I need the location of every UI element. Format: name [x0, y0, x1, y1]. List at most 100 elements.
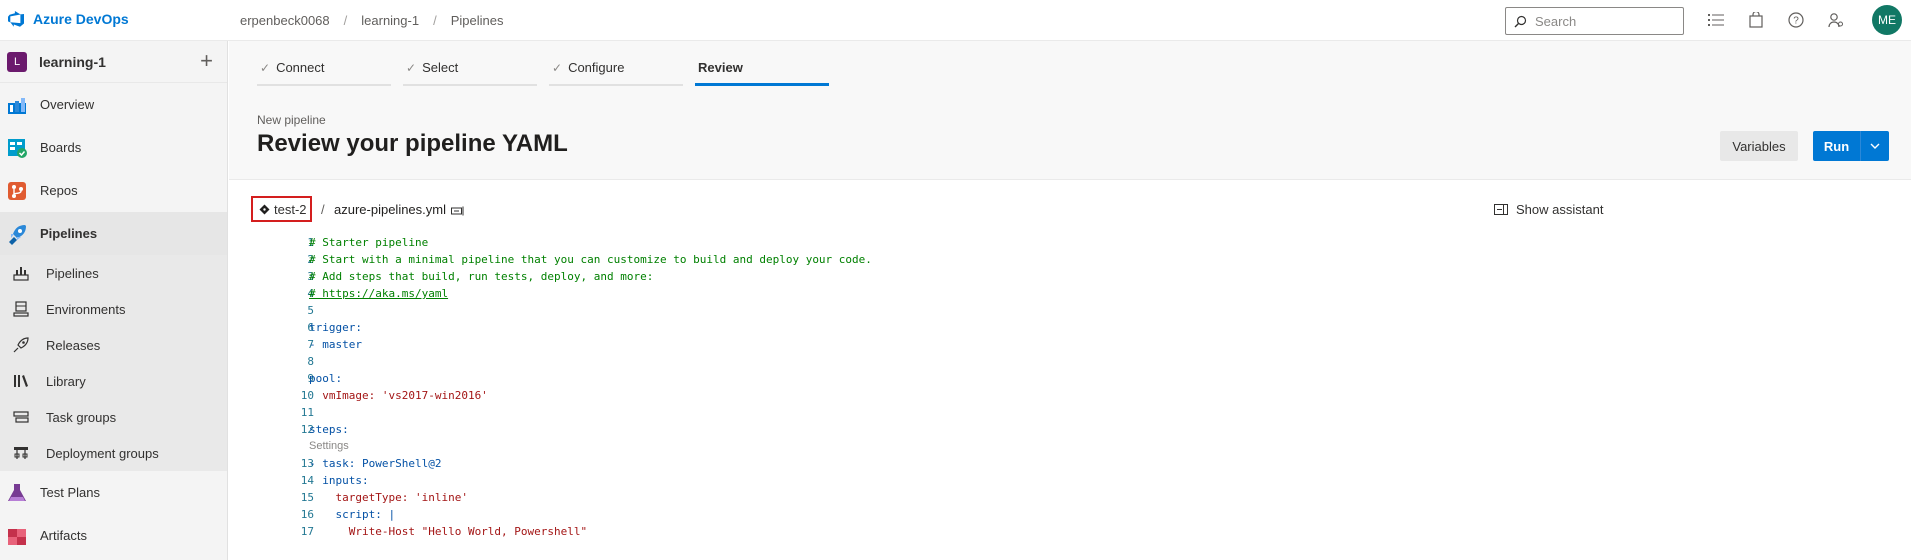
project-header[interactable]: L learning-1 +	[0, 41, 227, 83]
line-number: 8	[307, 355, 314, 368]
sidebar-item-test-plans[interactable]: Test Plans	[0, 471, 227, 514]
settings-codelens-label[interactable]: Settings	[309, 438, 349, 455]
code-line: 1 # Starter pipeline	[229, 234, 1911, 251]
azure-devops-home-link[interactable]: Azure DevOps	[7, 10, 129, 28]
boards-icon	[6, 137, 28, 159]
path-separator: /	[321, 202, 325, 217]
code-line: 11	[229, 404, 1911, 421]
main-content: ✓ Connect ✓ Select ✓ Configure Review Ne…	[229, 41, 1911, 560]
line-number: 5	[307, 304, 314, 317]
run-split-button: Run	[1813, 131, 1889, 161]
sidebar-item-environments[interactable]: Environments	[0, 291, 227, 327]
code-line: 3 # Add steps that build, run tests, depl…	[229, 268, 1911, 285]
line-number: 4	[307, 287, 314, 300]
svg-text:?: ?	[1793, 16, 1799, 27]
breadcrumb-separator: /	[343, 13, 348, 28]
wizard-step-label: Select	[422, 60, 459, 75]
sidebar-item-pipelines-sub[interactable]: Pipelines	[0, 255, 227, 291]
line-text: # Start with a minimal pipeline that you…	[309, 253, 872, 266]
task-groups-icon	[10, 406, 32, 428]
search-placeholder: Search	[1535, 13, 1577, 29]
search-icon	[1514, 15, 1527, 27]
project-badge: L	[7, 51, 27, 72]
branch-icon	[259, 204, 270, 214]
run-button[interactable]: Run	[1813, 131, 1861, 161]
breadcrumb-pipelines[interactable]: Pipelines	[451, 13, 504, 28]
code-line: 10 vmImage: 'vs2017-win2016'	[229, 387, 1911, 404]
overview-icon	[6, 94, 28, 116]
code-line: 2 # Start with a minimal pipeline that yo…	[229, 251, 1911, 268]
check-icon: ✓	[260, 60, 271, 75]
breadcrumb-project[interactable]: learning-1	[361, 13, 419, 28]
sidebar-item-label: Repos	[40, 183, 78, 198]
sidebar-item-deployment-groups[interactable]: Deployment groups	[0, 435, 227, 471]
line-text: steps:	[309, 423, 349, 436]
sidebar-item-repos[interactable]: Repos	[0, 169, 227, 212]
yaml-editor[interactable]: 1 # Starter pipeline 2 # Start with a mini…	[229, 234, 1911, 540]
code-line: 6 trigger:	[229, 319, 1911, 336]
sidebar-item-task-groups[interactable]: Task groups	[0, 399, 227, 435]
line-number: 12	[300, 423, 314, 436]
search-box[interactable]: Search	[1505, 7, 1684, 35]
branch-selector[interactable]: test-2	[251, 196, 312, 222]
code-line: 4 # https://aka.ms/yaml	[229, 285, 1911, 302]
avatar[interactable]: ME	[1872, 5, 1902, 35]
line-number: 9	[307, 372, 314, 385]
sidebar-item-label: Task groups	[46, 409, 117, 425]
add-icon[interactable]: +	[200, 50, 213, 72]
wizard-step-label: Configure	[568, 60, 625, 75]
breadcrumb-organization[interactable]: erpenbeck0068	[240, 13, 330, 28]
sidebar-item-releases[interactable]: Releases	[0, 327, 227, 363]
sidebar-item-label: Library	[46, 373, 86, 389]
line-text: trigger:	[309, 321, 362, 334]
artifacts-icon	[6, 525, 28, 547]
page-subtitle: New pipeline	[257, 113, 326, 127]
marketplace-bag-icon[interactable]	[1745, 9, 1767, 31]
settings-codelens[interactable]: Settings	[229, 438, 1911, 455]
branch-name: test-2	[274, 201, 307, 217]
line-text[interactable]: # https://aka.ms/yaml	[309, 285, 448, 302]
check-icon: ✓	[406, 60, 417, 75]
breadcrumb-separator: /	[433, 13, 437, 28]
rename-icon[interactable]	[451, 203, 465, 219]
line-number: 10	[300, 389, 314, 402]
sidebar-item-label: Boards	[40, 140, 82, 155]
work-items-icon[interactable]	[1705, 9, 1727, 31]
sidebar-item-boards[interactable]: Boards	[0, 126, 227, 169]
code-line: 8	[229, 353, 1911, 370]
sidebar-item-pipelines[interactable]: Pipelines	[0, 212, 227, 255]
line-text: # Starter pipeline	[309, 236, 429, 249]
line-number: 6	[307, 321, 314, 334]
app-name: Azure DevOps	[33, 11, 129, 27]
help-icon[interactable]: ?	[1785, 9, 1807, 31]
azure-devops-logo-icon	[8, 11, 24, 27]
assistant-panel-icon	[1494, 204, 1508, 215]
code-line: 5	[229, 302, 1911, 319]
user-settings-icon[interactable]	[1825, 9, 1847, 31]
library-icon	[10, 370, 32, 392]
line-text: inputs:	[309, 474, 369, 487]
line-text: targetType: 'inline'	[309, 491, 468, 504]
line-text: pool:	[309, 372, 343, 385]
line-text: vmImage: 'vs2017-win2016'	[309, 389, 488, 402]
code-line: 12 steps:	[229, 421, 1911, 438]
show-assistant-button[interactable]: Show assistant	[1494, 202, 1603, 217]
sidebar-item-library[interactable]: Library	[0, 363, 227, 399]
sidebar-item-label: Pipelines	[40, 226, 98, 241]
chevron-down-icon[interactable]	[1861, 131, 1889, 161]
wizard-step-connect[interactable]: ✓ Connect	[257, 51, 391, 86]
wizard-step-configure[interactable]: ✓ Configure	[549, 51, 683, 86]
project-name: learning-1	[39, 53, 106, 70]
file-bar: test-2 / azure-pipelines.yml Show assist…	[229, 190, 1911, 226]
breadcrumb: erpenbeck0068 / learning-1 / Pipelines	[240, 13, 503, 28]
environments-icon	[10, 298, 32, 320]
file-name[interactable]: azure-pipelines.yml	[334, 202, 446, 217]
wizard-step-review[interactable]: Review	[695, 51, 829, 86]
show-assistant-label: Show assistant	[1516, 202, 1604, 217]
sidebar-item-artifacts[interactable]: Artifacts	[0, 514, 227, 557]
check-icon: ✓	[552, 60, 563, 75]
line-number: 17	[300, 525, 314, 538]
wizard-step-select[interactable]: ✓ Select	[403, 51, 537, 86]
variables-button[interactable]: Variables	[1720, 131, 1798, 161]
sidebar-item-overview[interactable]: Overview	[0, 83, 227, 126]
